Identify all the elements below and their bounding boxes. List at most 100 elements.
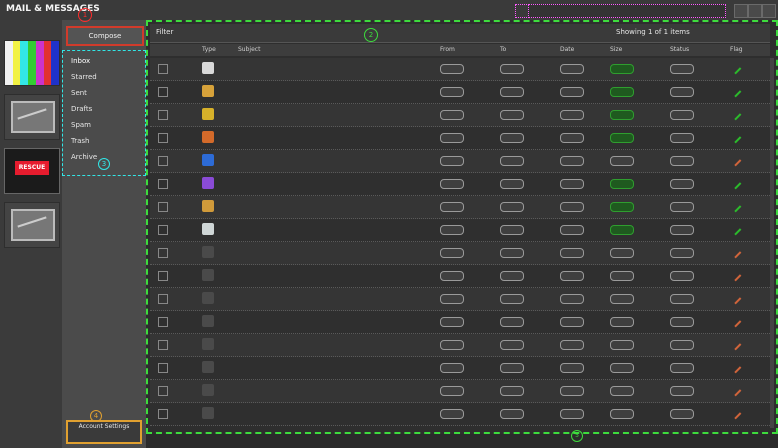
table-row[interactable] [150, 334, 770, 357]
message-type-icon [202, 108, 214, 120]
table-row[interactable] [150, 104, 770, 127]
folder-panel: 1 Compose Inbox Starred Sent Drafts Spam… [62, 8, 147, 448]
table-row[interactable] [150, 242, 770, 265]
row-cell-pill [670, 248, 694, 258]
folder-item-inbox[interactable]: Inbox [71, 57, 90, 65]
table-row[interactable] [150, 288, 770, 311]
row-cell-pill [500, 294, 524, 304]
row-checkbox[interactable] [158, 409, 168, 419]
col-type[interactable]: Type [202, 46, 216, 53]
row-checkbox[interactable] [158, 133, 168, 143]
row-checkbox[interactable] [158, 248, 168, 258]
top-search-input[interactable] [528, 4, 726, 18]
row-flag-icon[interactable] [728, 61, 742, 75]
close-button[interactable] [762, 4, 776, 18]
row-cell-pill [670, 317, 694, 327]
row-flag-icon[interactable] [728, 84, 742, 98]
rail-item-mail[interactable] [4, 94, 60, 140]
row-cell-pill [560, 363, 584, 373]
row-checkbox[interactable] [158, 202, 168, 212]
panel-marker: 2 [364, 28, 378, 42]
table-row[interactable] [150, 219, 770, 242]
minimize-button[interactable] [734, 4, 748, 18]
row-checkbox[interactable] [158, 64, 168, 74]
folder-item-trash[interactable]: Trash [71, 137, 90, 145]
search-handle[interactable] [515, 4, 529, 18]
row-flag-icon[interactable] [728, 337, 742, 351]
table-row[interactable] [150, 127, 770, 150]
row-flag-icon[interactable] [728, 291, 742, 305]
table-row[interactable] [150, 311, 770, 334]
col-subject[interactable]: Subject [238, 46, 260, 53]
compose-marker: 1 [78, 8, 92, 22]
folder-item-drafts[interactable]: Drafts [71, 105, 92, 113]
row-cell-pill [440, 179, 464, 189]
row-cell-pill [440, 156, 464, 166]
row-checkbox[interactable] [158, 110, 168, 120]
filter-button[interactable]: Filter [156, 28, 173, 36]
folder-item-spam[interactable]: Spam [71, 121, 91, 129]
folder-item-sent[interactable]: Sent [71, 89, 87, 97]
col-date[interactable]: Date [560, 46, 574, 53]
row-flag-icon[interactable] [728, 245, 742, 259]
table-row[interactable] [150, 380, 770, 403]
row-cell-pill [440, 409, 464, 419]
rail-item-inbox[interactable] [4, 202, 60, 248]
rail-item-rescue[interactable]: RESCUE [4, 148, 60, 194]
row-checkbox[interactable] [158, 363, 168, 373]
row-cell-pill [560, 294, 584, 304]
table-row[interactable] [150, 403, 770, 426]
message-rows [150, 58, 770, 426]
row-cell-pill [500, 110, 524, 120]
row-checkbox[interactable] [158, 317, 168, 327]
row-flag-icon[interactable] [728, 176, 742, 190]
table-row[interactable] [150, 357, 770, 380]
row-flag-icon[interactable] [728, 153, 742, 167]
col-flag[interactable]: Flag [730, 46, 743, 53]
row-flag-icon[interactable] [728, 130, 742, 144]
row-checkbox[interactable] [158, 225, 168, 235]
row-checkbox[interactable] [158, 340, 168, 350]
result-count: Showing 1 of 1 items [616, 28, 690, 36]
row-flag-icon[interactable] [728, 314, 742, 328]
row-flag-icon[interactable] [728, 383, 742, 397]
account-settings-button[interactable]: Account Settings [66, 420, 142, 444]
row-checkbox[interactable] [158, 386, 168, 396]
row-flag-icon[interactable] [728, 268, 742, 282]
row-checkbox[interactable] [158, 271, 168, 281]
row-cell-pill [560, 110, 584, 120]
row-cell-pill [560, 64, 584, 74]
row-checkbox[interactable] [158, 294, 168, 304]
maximize-button[interactable] [748, 4, 762, 18]
row-cell-pill [500, 271, 524, 281]
folder-item-archive[interactable]: Archive [71, 153, 97, 161]
message-type-icon [202, 154, 214, 166]
row-checkbox[interactable] [158, 156, 168, 166]
row-cell-pill [440, 133, 464, 143]
rescue-icon: RESCUE [15, 161, 49, 175]
message-type-icon [202, 177, 214, 189]
row-flag-icon[interactable] [728, 406, 742, 420]
row-flag-icon[interactable] [728, 107, 742, 121]
table-row[interactable] [150, 81, 770, 104]
compose-button[interactable]: Compose [66, 26, 144, 46]
row-flag-icon[interactable] [728, 199, 742, 213]
col-size[interactable]: Size [610, 46, 622, 53]
table-row[interactable] [150, 265, 770, 288]
table-row[interactable] [150, 173, 770, 196]
row-flag-icon[interactable] [728, 360, 742, 374]
table-row[interactable] [150, 196, 770, 219]
folder-item-starred[interactable]: Starred [71, 73, 97, 81]
row-flag-icon[interactable] [728, 222, 742, 236]
col-status[interactable]: Status [670, 46, 689, 53]
row-cell-pill [610, 317, 634, 327]
row-checkbox[interactable] [158, 179, 168, 189]
table-row[interactable] [150, 58, 770, 81]
col-from[interactable]: From [440, 46, 455, 53]
message-type-icon [202, 269, 214, 281]
rail-item-broadcast[interactable] [4, 40, 60, 86]
col-to[interactable]: To [500, 46, 506, 53]
table-row[interactable] [150, 150, 770, 173]
vertical-scrollbar[interactable] [770, 58, 774, 428]
row-checkbox[interactable] [158, 87, 168, 97]
